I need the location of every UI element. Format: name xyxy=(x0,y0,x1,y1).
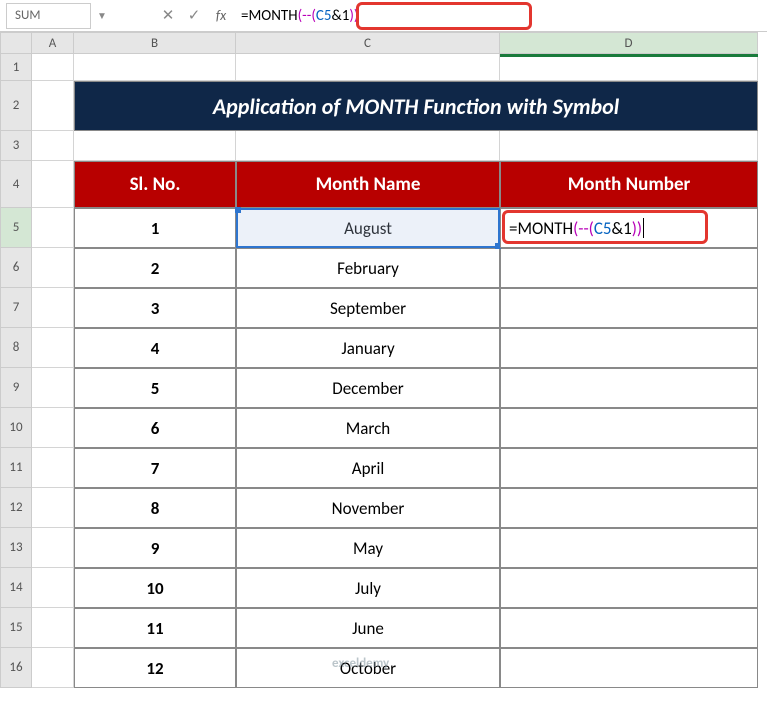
cell-D16[interactable] xyxy=(500,648,758,688)
active-col-indicator xyxy=(500,54,758,57)
row-12[interactable]: 12 xyxy=(0,488,32,528)
name-box-value: SUM xyxy=(15,8,40,23)
cell-D8[interactable] xyxy=(500,328,758,368)
formula-eq: = xyxy=(241,7,248,25)
row-13[interactable]: 13 xyxy=(0,528,32,568)
col-A[interactable]: A xyxy=(32,32,74,54)
cell-C15[interactable]: June xyxy=(236,608,500,648)
cancel-icon[interactable]: ✕ xyxy=(155,6,181,25)
cell-B10[interactable]: 6 xyxy=(74,408,236,448)
cell-C7[interactable]: September xyxy=(236,288,500,328)
formula-num: 1 xyxy=(342,7,350,25)
enter-icon[interactable]: ✓ xyxy=(181,6,207,25)
row-5[interactable]: 5 xyxy=(0,208,32,248)
formula-p1: (--( xyxy=(298,7,316,25)
cell-D14[interactable] xyxy=(500,568,758,608)
header-sl[interactable]: Sl. No. xyxy=(74,161,236,208)
cell-C6[interactable]: February xyxy=(236,248,500,288)
select-all-corner[interactable] xyxy=(0,32,32,54)
header-num[interactable]: Month Number xyxy=(500,161,758,208)
row-1[interactable]: 1 xyxy=(0,54,32,81)
cell-C11[interactable]: April xyxy=(236,448,500,488)
cell-B9[interactable]: 5 xyxy=(74,368,236,408)
row-16[interactable]: 16 xyxy=(0,648,32,688)
cell-D7[interactable] xyxy=(500,288,758,328)
cell-D12[interactable] xyxy=(500,488,758,528)
row-headers: 1 2 3 4 5 6 7 8 9 10 11 12 13 14 15 16 xyxy=(0,54,32,688)
col-B[interactable]: B xyxy=(74,32,236,54)
cell-C14[interactable]: July xyxy=(236,568,500,608)
cell-B5[interactable]: 1 xyxy=(74,208,236,248)
formula-amp: & xyxy=(331,7,341,25)
header-month[interactable]: Month Name xyxy=(236,161,500,208)
title-banner: Application of MONTH Function with Symbo… xyxy=(74,81,758,131)
formula-input[interactable]: =MONTH(--(C5&1)) xyxy=(235,3,759,29)
row-11[interactable]: 11 xyxy=(0,448,32,488)
fx-icon[interactable]: fx xyxy=(207,7,235,24)
col-D[interactable]: D xyxy=(500,32,758,54)
cell-B16[interactable]: 12 xyxy=(74,648,236,688)
cell-C5[interactable]: August xyxy=(236,208,500,248)
cell-D6[interactable] xyxy=(500,248,758,288)
row-15[interactable]: 15 xyxy=(0,608,32,648)
row-7[interactable]: 7 xyxy=(0,288,32,328)
cell-D9[interactable] xyxy=(500,368,758,408)
cell-C16[interactable]: October xyxy=(236,648,500,688)
cell-C13[interactable]: May xyxy=(236,528,500,568)
formula-ref: C5 xyxy=(316,7,332,25)
row-6[interactable]: 6 xyxy=(0,248,32,288)
formula-fn: MONTH xyxy=(248,7,297,25)
column-headers: A B C D xyxy=(0,32,767,54)
cell-D5-editing[interactable]: =MONTH(--(C5&1)) xyxy=(500,208,758,248)
row-9[interactable]: 9 xyxy=(0,368,32,408)
formula-p2: )) xyxy=(349,7,358,25)
col-C[interactable]: C xyxy=(236,32,500,54)
cell-D15[interactable] xyxy=(500,608,758,648)
cell-B6[interactable]: 2 xyxy=(74,248,236,288)
cell-B13[interactable]: 9 xyxy=(74,528,236,568)
cell-B15[interactable]: 11 xyxy=(74,608,236,648)
cell-C10[interactable]: March xyxy=(236,408,500,448)
cell-C9[interactable]: December xyxy=(236,368,500,408)
name-box[interactable]: SUM xyxy=(6,3,91,29)
row-2[interactable]: 2 xyxy=(0,81,32,131)
cell-D13[interactable] xyxy=(500,528,758,568)
text-cursor xyxy=(643,218,644,238)
cell-C12[interactable]: November xyxy=(236,488,500,528)
cell-D11[interactable] xyxy=(500,448,758,488)
cell-B7[interactable]: 3 xyxy=(74,288,236,328)
cell-C8[interactable]: January xyxy=(236,328,500,368)
row-3[interactable]: 3 xyxy=(0,131,32,161)
cell-B12[interactable]: 8 xyxy=(74,488,236,528)
cell-B14[interactable]: 10 xyxy=(74,568,236,608)
formula-bar: SUM ▼ ✕ ✓ fx =MONTH(--(C5&1)) xyxy=(0,0,767,32)
row-4[interactable]: 4 xyxy=(0,161,32,208)
cell-D10[interactable] xyxy=(500,408,758,448)
cells-area[interactable]: Sl. No. Month Name Month Number 1August … xyxy=(32,54,758,688)
row-8[interactable]: 8 xyxy=(0,328,32,368)
row-14[interactable]: 14 xyxy=(0,568,32,608)
row-10[interactable]: 10 xyxy=(0,408,32,448)
chevron-down-icon[interactable]: ▼ xyxy=(97,9,115,22)
cell-B8[interactable]: 4 xyxy=(74,328,236,368)
cell-B11[interactable]: 7 xyxy=(74,448,236,488)
